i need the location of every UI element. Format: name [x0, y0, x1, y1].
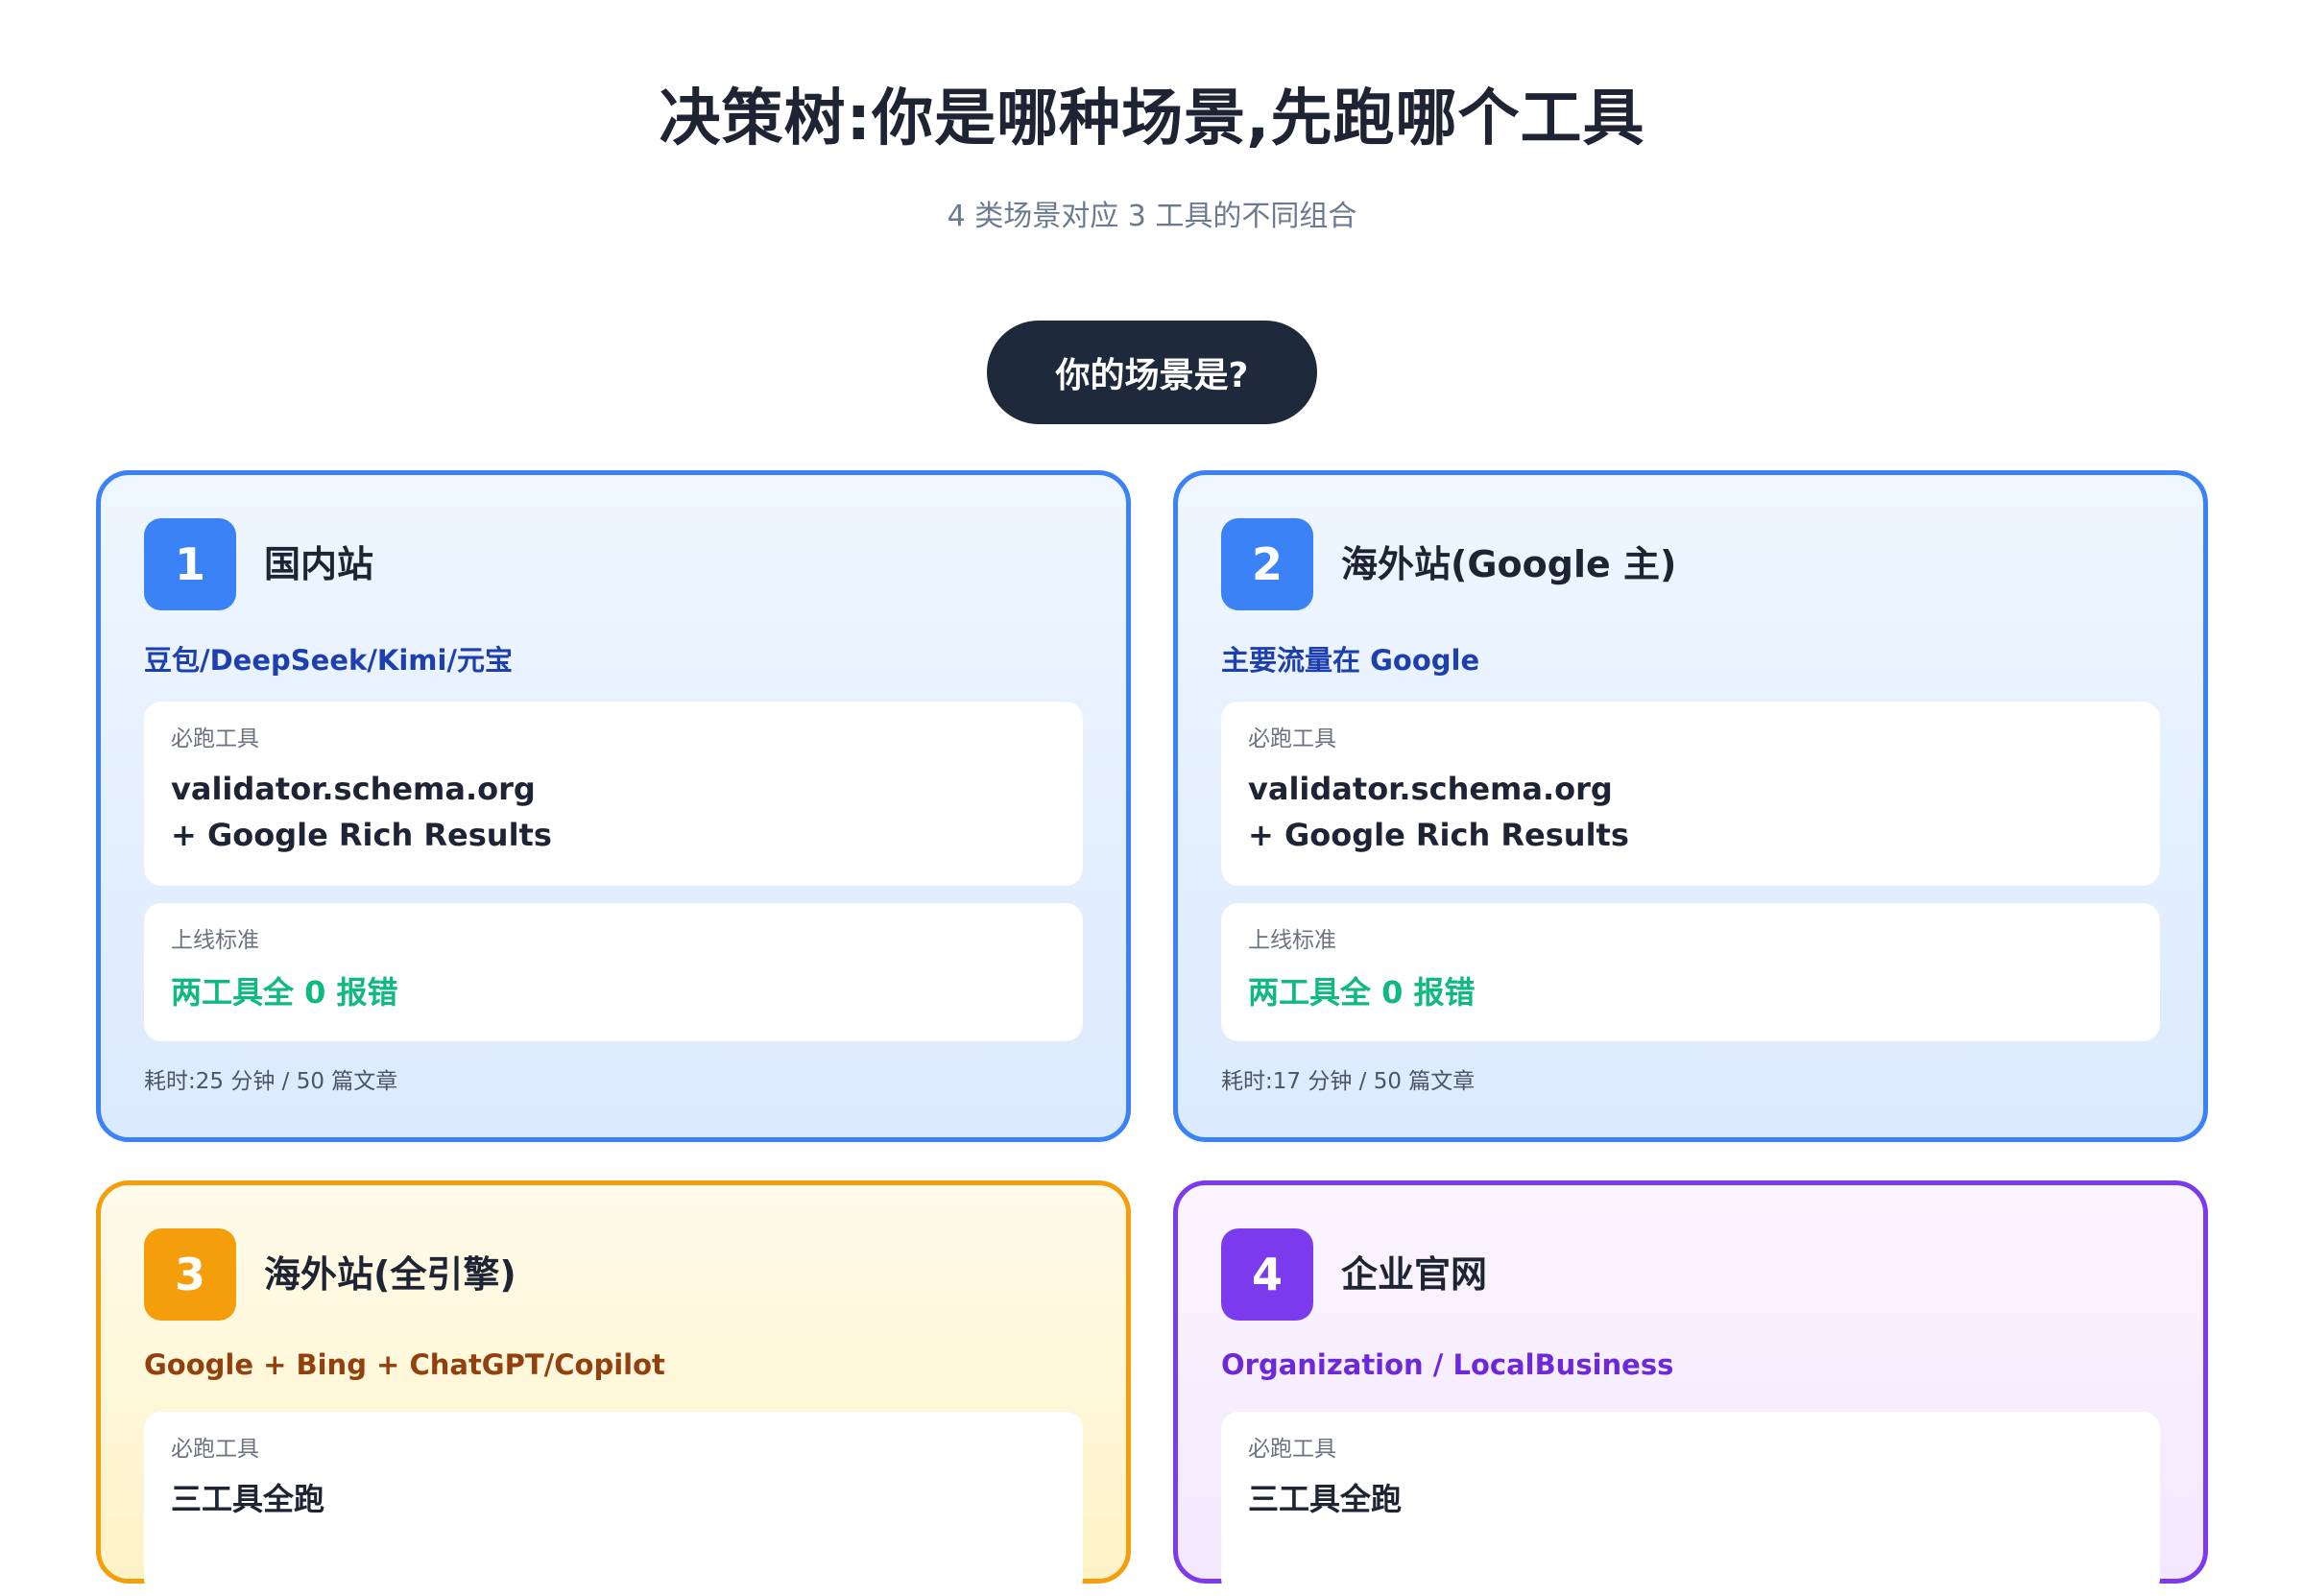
required-tools-label: 必跑工具	[171, 1437, 259, 1462]
required-tools-label: 必跑工具	[171, 727, 259, 751]
scenario-title: 海外站(Google 主)	[1341, 543, 1677, 585]
required-tools-panel: 必跑工具 三工具全跑	[144, 1412, 1083, 1596]
required-tools-value: validator.schema.org + Google Rich Resul…	[1248, 771, 1629, 853]
scenario-tagline: 豆包/DeepSeek/Kimi/元宝	[144, 644, 514, 677]
scenario-card-enterprise-site: 4 企业官网 Organization / LocalBusiness 必跑工具…	[1173, 1180, 2208, 1596]
scenario-number-badge: 1	[144, 518, 236, 610]
scenario-title: 海外站(全引擎)	[264, 1253, 516, 1296]
scenario-card-domestic: 1 国内站 豆包/DeepSeek/Kimi/元宝 必跑工具 validator…	[96, 470, 1131, 1142]
page-title: 决策树:你是哪种场景,先跑哪个工具	[659, 83, 1645, 155]
scenario-title: 企业官网	[1341, 1253, 1488, 1296]
time-cost-note: 耗时:17 分钟 / 50 篇文章	[1221, 1069, 1476, 1094]
launch-standard-label: 上线标准	[1248, 928, 1336, 953]
required-tools-label: 必跑工具	[1248, 727, 1336, 751]
required-tools-value: validator.schema.org + Google Rich Resul…	[171, 771, 552, 853]
required-tools-value: 三工具全跑	[171, 1481, 325, 1517]
required-tools-label: 必跑工具	[1248, 1437, 1336, 1462]
scenario-card-overseas-google: 2 海外站(Google 主) 主要流量在 Google 必跑工具 valida…	[1173, 470, 2208, 1142]
scenario-number-badge: 4	[1221, 1228, 1313, 1321]
required-tools-panel: 必跑工具 validator.schema.org + Google Rich …	[1221, 702, 2160, 886]
root-question-node: 你的场景是?	[987, 321, 1317, 424]
scenario-card-overseas-all-engines: 3 海外站(全引擎) Google + Bing + ChatGPT/Copil…	[96, 1180, 1131, 1596]
launch-standard-value: 两工具全 0 报错	[1248, 974, 1476, 1011]
page-subtitle: 4 类场景对应 3 工具的不同组合	[947, 200, 1357, 233]
required-tools-value: 三工具全跑	[1248, 1481, 1403, 1517]
time-cost-note: 耗时:25 分钟 / 50 篇文章	[144, 1069, 398, 1094]
launch-standard-value: 两工具全 0 报错	[171, 974, 398, 1011]
launch-standard-label: 上线标准	[171, 928, 259, 953]
required-tools-panel: 必跑工具 validator.schema.org + Google Rich …	[144, 702, 1083, 886]
launch-standard-panel: 上线标准 两工具全 0 报错	[1221, 903, 2160, 1041]
required-tools-panel: 必跑工具 三工具全跑	[1221, 1412, 2160, 1596]
launch-standard-panel: 上线标准 两工具全 0 报错	[144, 903, 1083, 1041]
scenario-title: 国内站	[264, 543, 374, 585]
scenario-number-badge: 3	[144, 1228, 236, 1321]
scenario-number-badge: 2	[1221, 518, 1313, 610]
scenario-tagline: Google + Bing + ChatGPT/Copilot	[144, 1348, 665, 1381]
scenario-tagline: 主要流量在 Google	[1221, 644, 1480, 677]
scenario-tagline: Organization / LocalBusiness	[1221, 1348, 1674, 1381]
